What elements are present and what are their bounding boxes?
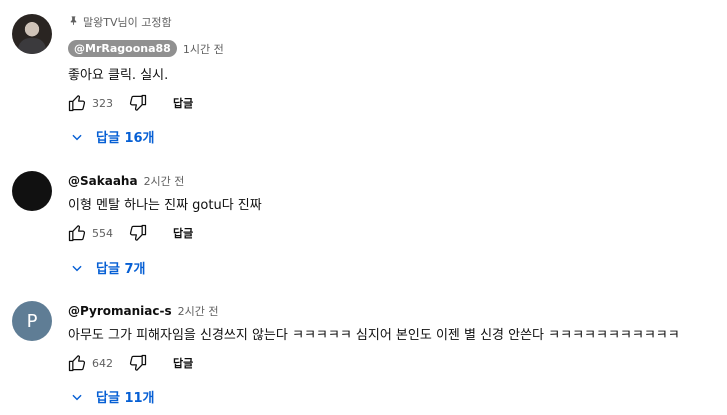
thumbs-down-icon [129, 94, 147, 111]
thumbs-up-icon [68, 355, 86, 372]
avatar[interactable] [12, 171, 52, 211]
avatar[interactable] [12, 14, 52, 54]
view-replies-button[interactable]: 답글 7개 [70, 258, 145, 277]
comment-time[interactable]: 2시간 전 [144, 173, 185, 189]
replies-count-label: 답글 7개 [96, 262, 146, 277]
chevron-down-icon [70, 130, 84, 144]
comment-time[interactable]: 2시간 전 [178, 303, 219, 319]
reply-button[interactable]: 답글 [173, 225, 193, 241]
chevron-down-icon [70, 390, 84, 404]
replies-count-label: 답글 11개 [96, 391, 155, 406]
like-button[interactable] [66, 92, 88, 114]
reply-button[interactable]: 답글 [173, 95, 193, 111]
like-count: 642 [92, 356, 113, 370]
dislike-button[interactable] [127, 352, 149, 374]
like-button[interactable] [66, 222, 88, 244]
comment-author[interactable]: @Sakaaha [68, 174, 138, 188]
comment-text: 이형 멘탈 하나는 진짜 gotu다 진짜 [68, 198, 262, 213]
thumbs-down-icon [129, 224, 147, 241]
view-replies-button[interactable]: 답글 11개 [70, 387, 155, 406]
chevron-down-icon [70, 261, 84, 275]
comment-time[interactable]: 1시간 전 [183, 41, 224, 57]
dislike-button[interactable] [127, 222, 149, 244]
like-count: 554 [92, 226, 113, 240]
dislike-button[interactable] [127, 92, 149, 114]
pinned-text: 말왕TV님이 고정함 [83, 16, 172, 29]
thumbs-up-icon [68, 95, 86, 112]
thumbs-up-icon [68, 225, 86, 242]
comment-author[interactable]: @MrRagoona88 [68, 40, 177, 57]
view-replies-button[interactable]: 답글 16개 [70, 127, 155, 146]
reply-button[interactable]: 답글 [173, 355, 193, 371]
like-button[interactable] [66, 352, 88, 374]
like-count: 323 [92, 96, 113, 110]
replies-count-label: 답글 16개 [96, 131, 155, 146]
thumbs-down-icon [129, 354, 147, 371]
avatar-letter: P [26, 310, 38, 332]
pin-icon [68, 15, 79, 29]
pinned-label: 말왕TV님이 고정함 [68, 14, 172, 30]
comment-author[interactable]: @Pyromaniac-s [68, 304, 172, 318]
comment-text: 아무도 그가 피해자임을 신경쓰지 않는다 ㅋㅋㅋㅋㅋ 심지어 본인도 이젠 별… [68, 328, 680, 343]
avatar[interactable]: P [12, 301, 52, 341]
comment-text: 좋아요 클릭. 실시. [68, 68, 169, 83]
